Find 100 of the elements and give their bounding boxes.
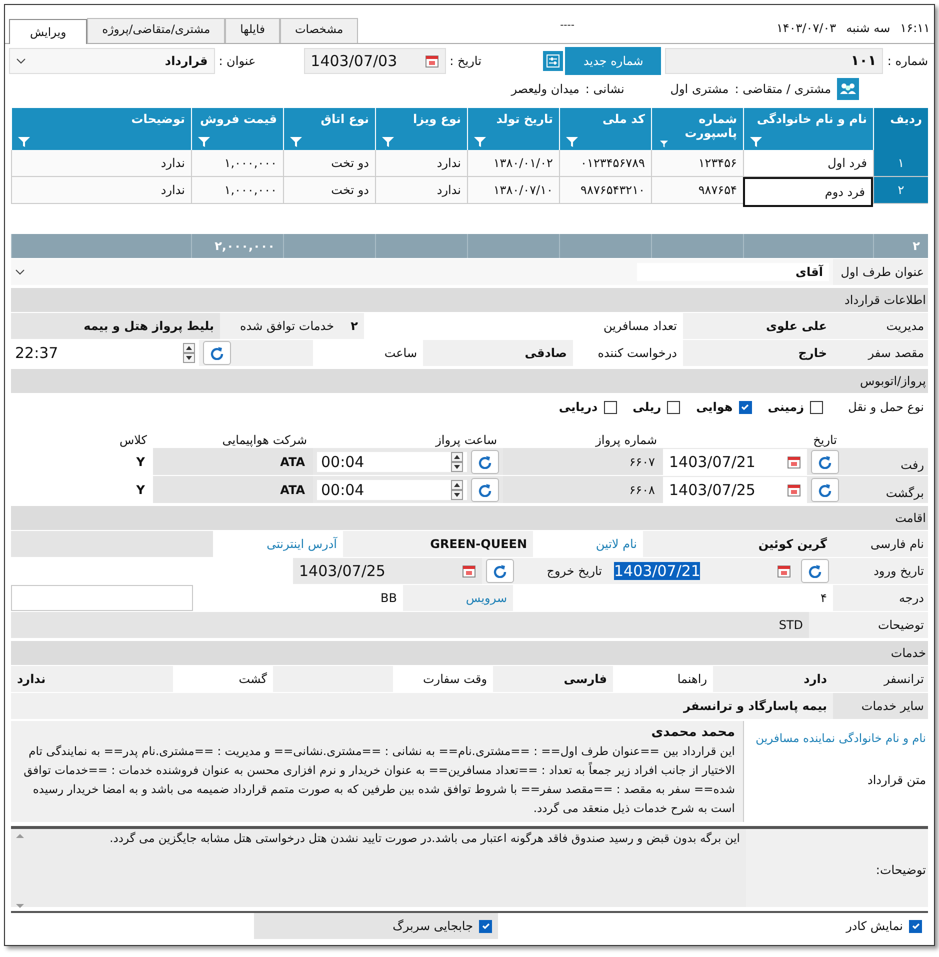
refresh-button[interactable] (811, 450, 839, 474)
filter-icon[interactable] (658, 140, 670, 148)
calendar-icon[interactable] (462, 564, 476, 578)
time-field[interactable]: 00:04 (317, 480, 467, 500)
title-dropdown[interactable]: قرارداد (9, 48, 215, 74)
column-header: تاریخ (812, 433, 838, 447)
column-header[interactable]: نوع اتاق (283, 108, 375, 150)
clock-time: ۱۶:۱۱ (900, 21, 930, 35)
checkbox[interactable] (810, 400, 823, 414)
number-field[interactable]: ۱۰۱ (665, 48, 884, 74)
first-party-label: عنوان طرف اول (840, 264, 925, 281)
flight-number: ۶۶۰۸ (503, 476, 663, 503)
filter-icon[interactable] (382, 136, 394, 148)
column-header[interactable]: قیمت فروش (191, 108, 283, 150)
filter-icon[interactable] (750, 136, 762, 148)
field-label: تاریخ خروج (546, 563, 603, 580)
filter-icon[interactable] (18, 136, 30, 148)
checkbox[interactable] (667, 400, 680, 414)
column-header: کلاس (118, 433, 148, 447)
checkbox[interactable] (479, 920, 492, 932)
time-field[interactable]: 00:04 (317, 452, 467, 472)
table-cell: ۹۸۷۶۵۴۳۲۱۰ (559, 177, 651, 204)
column-header[interactable]: کد ملی (559, 108, 651, 150)
calendar-icon[interactable] (424, 54, 439, 68)
total-price: ۲,۰۰۰,۰۰۰ (191, 234, 283, 258)
weekday: سه شنبه (846, 21, 890, 35)
field-label: نام فارسی (870, 536, 925, 553)
first-party-dropdown[interactable]: آقای (11, 259, 833, 285)
filter-icon[interactable] (198, 136, 210, 148)
date-field[interactable]: 1403/07/03 (304, 48, 446, 74)
filter-icon[interactable] (566, 136, 578, 148)
section-header: پرواز/اتوبوس (11, 369, 928, 393)
refresh-button[interactable] (203, 341, 231, 365)
section-header: اطلاعات قرارداد (11, 288, 928, 312)
number-label: شماره : (887, 54, 928, 68)
notes-field[interactable]: این برگه بدون قبض و رسید صندوق فاقد هرگونه اعتبار می باشد.در صورت تایید نشدن هتل درخواستی هتل مشابه جایگزین می گردد. (11, 829, 746, 907)
field-value: گرین کوئین (757, 536, 828, 553)
date-field[interactable]: 1403/07/25 (663, 476, 807, 502)
refresh-icon (493, 564, 507, 578)
field-label: تاریخ ورود (872, 563, 925, 580)
refresh-icon (818, 454, 832, 468)
refresh-icon (808, 564, 822, 578)
date-label: تاریخ : (450, 54, 482, 68)
airline: ATA (153, 448, 313, 475)
table-cell: فرد اول (743, 150, 873, 177)
column-header[interactable]: شماره پاسپورت (651, 108, 743, 150)
column-header[interactable]: تاریخ تولد (467, 108, 559, 150)
refresh-button[interactable] (811, 478, 839, 502)
refresh-icon (210, 346, 224, 360)
field-value: خارج (797, 345, 828, 362)
tab[interactable]: مشتری/متقاضی/پروژه (87, 18, 226, 43)
spinner-icon[interactable] (183, 343, 195, 363)
spinner-icon[interactable] (451, 452, 463, 472)
time-field[interactable]: 22:37 (11, 340, 199, 366)
field-label: آدرس اینترنتی (213, 531, 343, 557)
field-label: مقصد سفر (866, 345, 925, 362)
column-header[interactable]: نام و نام خانوادگی (743, 108, 873, 150)
field-label: تعداد مسافرین (573, 313, 683, 339)
representative-name: محمد محمدی (650, 725, 735, 740)
filter-icon[interactable] (290, 136, 302, 148)
filter-icon[interactable] (474, 136, 486, 148)
checkbox-label: جابجایی سربرگ (392, 919, 473, 933)
refresh-button[interactable] (801, 559, 829, 583)
checkbox[interactable] (604, 400, 617, 414)
refresh-icon (478, 454, 492, 468)
field-label: متن قرارداد (866, 773, 926, 787)
tab[interactable]: مشخصات (280, 18, 358, 43)
scrollbar-icon[interactable] (15, 831, 25, 911)
list-icon[interactable] (543, 51, 564, 71)
chevron-icon[interactable] (15, 269, 25, 275)
tab[interactable]: ویرایش (9, 19, 88, 44)
refresh-icon (818, 482, 832, 496)
title-label: عنوان : (218, 54, 256, 68)
people-icon[interactable] (837, 78, 859, 100)
table-cell: ندارد (375, 150, 467, 177)
checkbox[interactable] (738, 400, 752, 414)
contract-text: این قرارداد بین ==عنوان طرف اول== : ==مشتری.نام== به نشانی : ==مشتری.نشانی== و مدیریت : ==مشتری.نام پدر== به نمایندگی تام الاختیار از جانب افراد زیر جمعاً به تعداد : ==تعداد مسافرین== به عنوان خریدار و نرم افزاری محسن به عنوان فروشنده خدمات : ==خدمات توافق شده== سفر به مقصد : ==مقصد سفر== با شروط توافق شده بین طرفین که به صورت متمم قرارداد ضمیمه می باشد و به امضا خریدار رسیده است به شرح خدمات ذیل منعقد می گردد. (22, 743, 735, 817)
field-label: درخواست کننده (573, 340, 683, 366)
refresh-button[interactable] (471, 450, 499, 474)
date-field[interactable]: 1403/07/21 (608, 558, 797, 584)
calendar-icon[interactable] (787, 454, 801, 468)
checkbox[interactable] (909, 920, 922, 932)
table-cell: ۱,۰۰۰,۰۰۰ (191, 150, 283, 177)
refresh-button[interactable] (471, 478, 499, 502)
airline: ATA (153, 476, 313, 503)
new-number-button[interactable]: شماره جدید (565, 47, 662, 75)
chevron-icon[interactable] (16, 58, 26, 64)
separator-text: ---- (559, 20, 576, 33)
tab[interactable]: فایلها (225, 18, 280, 43)
date-field[interactable]: 1403/07/21 (663, 448, 807, 474)
spinner-icon[interactable] (451, 480, 463, 500)
field-label: گشت (173, 666, 273, 692)
calendar-icon[interactable] (777, 564, 791, 578)
refresh-button[interactable] (486, 559, 514, 583)
date-field[interactable]: 1403/07/25 (293, 558, 482, 584)
field-value: صادقی (524, 345, 568, 362)
calendar-icon[interactable] (787, 482, 801, 496)
column-header[interactable]: ردیف (873, 108, 928, 150)
column-header[interactable]: نوع ویزا (375, 108, 467, 150)
column-header[interactable]: توضیحات (11, 108, 191, 150)
